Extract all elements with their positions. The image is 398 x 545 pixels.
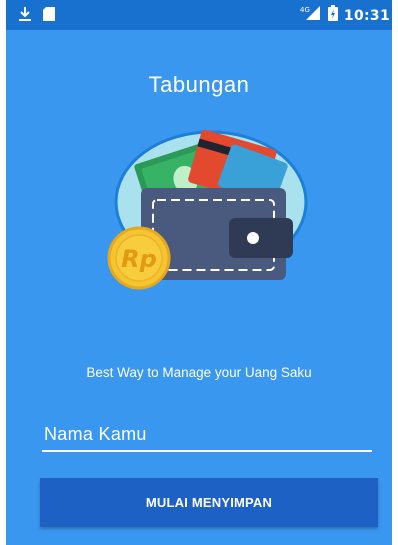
status-left-icons bbox=[18, 6, 56, 27]
name-input[interactable]: Nama Kamu bbox=[42, 420, 372, 452]
status-time: 10:31 bbox=[343, 7, 390, 24]
status-bar: 4G 10:31 bbox=[6, 0, 392, 30]
name-input-placeholder: Nama Kamu bbox=[44, 424, 147, 444]
app-screen: 4G 10:31 Tabungan Rp Best Way to Manage … bbox=[6, 0, 392, 545]
wallet-illustration: Rp bbox=[101, 129, 311, 300]
coin-symbol: Rp bbox=[121, 245, 157, 273]
signal-icon: 4G bbox=[300, 5, 322, 26]
tagline: Best Way to Manage your Uang Saku bbox=[86, 365, 312, 380]
network-type-label: 4G bbox=[300, 6, 310, 14]
rupiah-coin-icon: Rp bbox=[107, 226, 171, 290]
status-right-icons: 4G 10:31 bbox=[300, 5, 390, 26]
wallet-clasp bbox=[229, 218, 293, 258]
sd-card-icon bbox=[42, 6, 56, 27]
start-saving-button[interactable]: MULAI MENYIMPAN bbox=[40, 478, 378, 527]
battery-icon bbox=[327, 5, 338, 26]
app-title: Tabungan bbox=[148, 72, 250, 97]
download-icon bbox=[18, 6, 32, 27]
